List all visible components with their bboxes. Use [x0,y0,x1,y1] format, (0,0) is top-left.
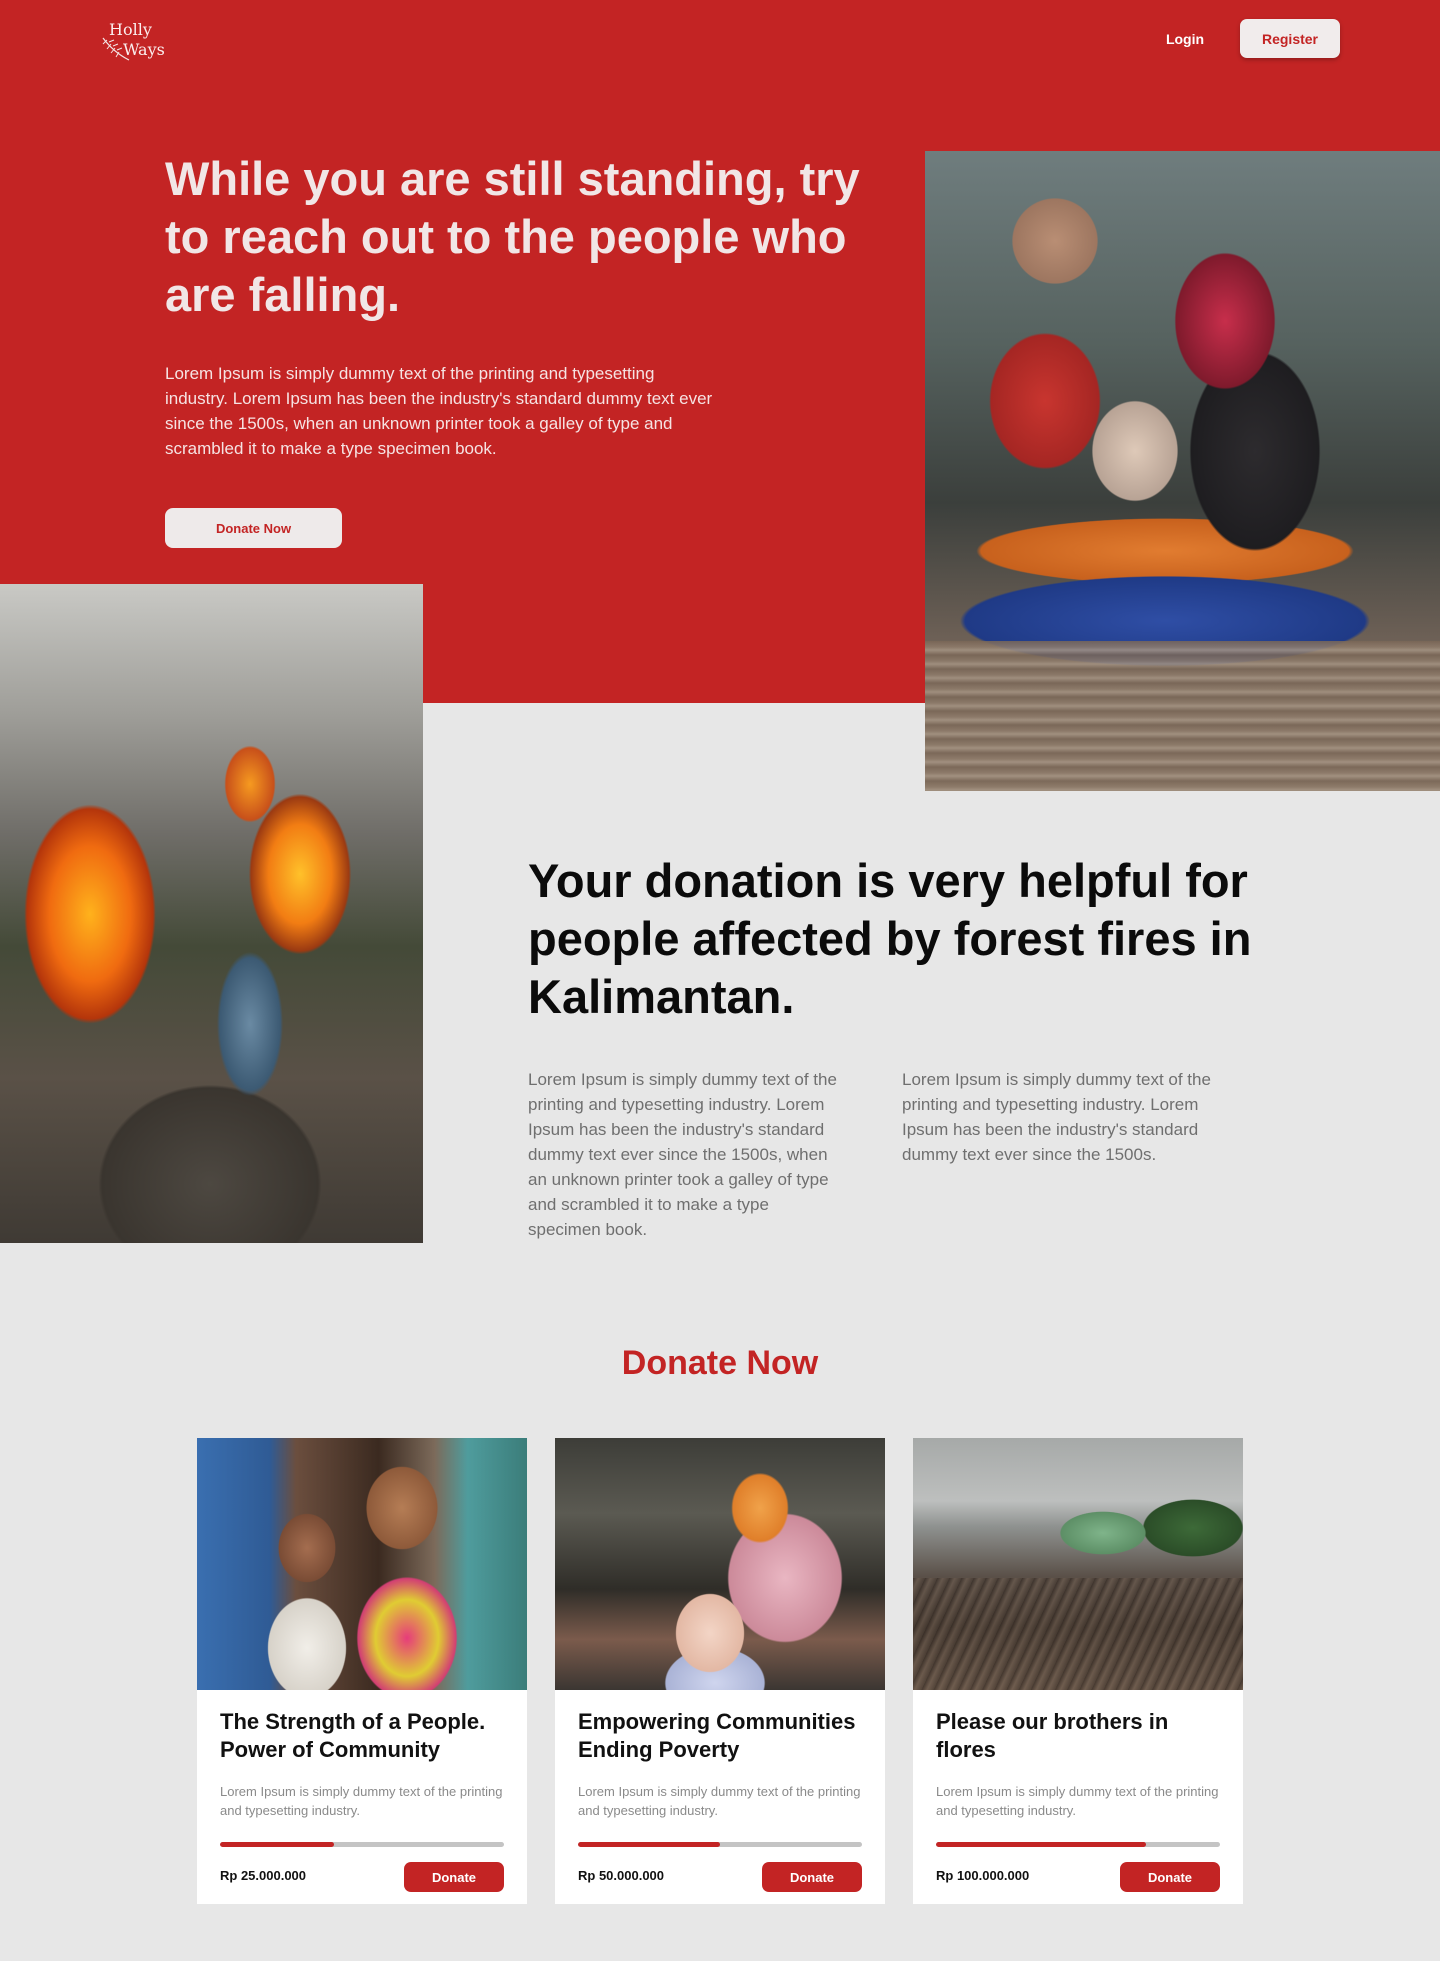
donation-progress-fill [578,1842,720,1847]
hero-donate-now-button[interactable]: Donate Now [165,508,342,548]
donation-info-text-right: Lorem Ipsum is simply dummy text of the … [902,1070,1211,1164]
logo-text-line1: Holly [109,20,152,39]
flood-rescue-photo [925,151,1440,791]
card-donate-button[interactable]: Donate [404,1862,504,1892]
donation-progress-bar [936,1842,1220,1847]
donation-progress-fill [220,1842,334,1847]
donation-progress-bar [578,1842,862,1847]
card-title: Please our brothers in flores [936,1709,1169,1762]
donation-card[interactable]: The Strength of a People. Power of Commu… [197,1438,527,1904]
card-amount: Rp 50.000.000 [578,1868,665,1883]
holly-ways-logo[interactable]: Holly Ways [99,18,171,66]
card-description: Lorem Ipsum is simply dummy text of the … [220,1784,503,1818]
card-image-flood-debris [913,1438,1243,1690]
card-title: Empowering Communities Ending Poverty [578,1709,856,1762]
forest-fire-photo [0,584,423,1243]
donation-info-title: Your donation is very helpful for people… [528,854,1252,1023]
donation-info-text-left: Lorem Ipsum is simply dummy text of the … [528,1070,837,1239]
card-amount: Rp 25.000.000 [220,1868,307,1883]
register-button[interactable]: Register [1240,19,1340,58]
card-image-mother-baby [555,1438,885,1690]
donate-now-heading: Donate Now [621,1344,819,1382]
card-amount: Rp 100.000.000 [936,1868,1030,1883]
donation-progress-bar [220,1842,504,1847]
page: Holly Ways Login Register While you are … [0,0,1440,1961]
card-donate-button[interactable]: Donate [1120,1862,1220,1892]
login-button[interactable]: Login [1140,24,1230,54]
card-description: Lorem Ipsum is simply dummy text of the … [578,1784,861,1818]
donation-card[interactable]: Empowering Communities Ending Poverty Lo… [555,1438,885,1904]
donation-card[interactable]: Please our brothers in flores Lorem Ipsu… [913,1438,1243,1904]
card-description: Lorem Ipsum is simply dummy text of the … [936,1784,1219,1818]
card-donate-button[interactable]: Donate [762,1862,862,1892]
donation-progress-fill [936,1842,1147,1847]
hero-title: While you are still standing, try to rea… [165,152,860,321]
card-title: The Strength of a People. Power of Commu… [220,1709,486,1762]
hero-description: Lorem Ipsum is simply dummy text of the … [165,364,713,458]
card-image-children [197,1438,527,1690]
logo-text-line2: Ways [123,40,165,59]
